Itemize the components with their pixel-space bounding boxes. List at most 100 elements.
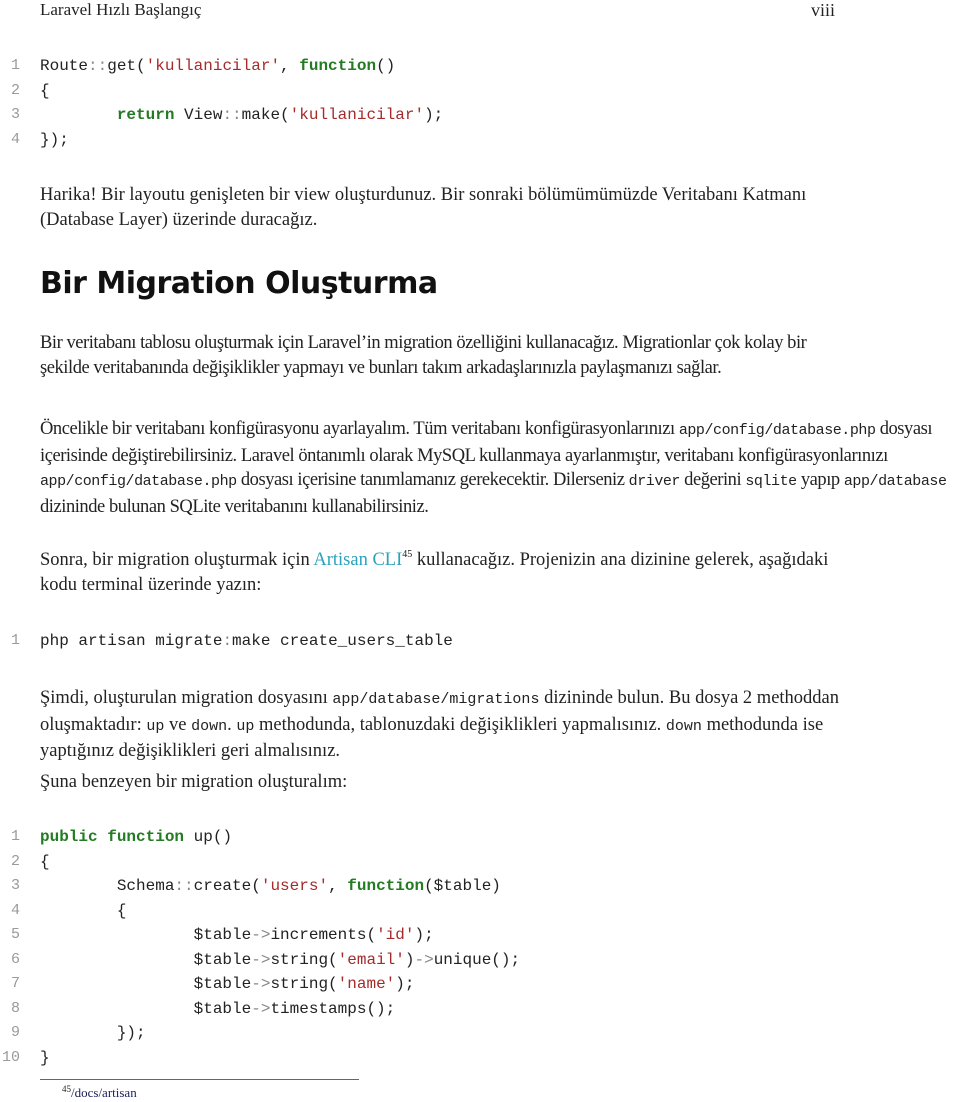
text-span: methodunda, tablonuzdaki değişiklikleri … [254, 714, 666, 735]
code-token: , [280, 57, 300, 75]
inline-code-migrations-dir: app/database/migrations [332, 691, 540, 708]
code-token: timestamps(); [270, 999, 396, 1018]
footnote-number: 45 [62, 1084, 71, 1094]
code-token: Route [40, 57, 89, 75]
code-token: ); [395, 975, 415, 993]
code-text: { [40, 850, 50, 875]
code-token: ); [424, 106, 444, 124]
code-string: 'users' [260, 877, 329, 895]
code-string: 'id' [376, 926, 415, 944]
code-token: } [40, 1048, 50, 1067]
paragraph-artisan: Sonra, bir migration oluşturmak için Art… [40, 548, 840, 597]
line-number: 10 [1, 1048, 20, 1066]
code-operator: :: [88, 57, 108, 75]
code-text: { [40, 79, 50, 104]
code-text: Schema::create('users', function($table) [40, 874, 501, 899]
code-token: { [40, 901, 127, 920]
code-keyword: function [299, 57, 377, 75]
text-span: Sonra, bir migration oluşturmak için [40, 550, 314, 570]
code-text: return View::make('kullanicilar'); [40, 103, 443, 128]
line-number: 2 [10, 852, 20, 870]
code-token: $table [40, 975, 252, 993]
paragraph-text: Harika! Bir layoutu genişleten bir view … [40, 185, 807, 230]
inline-code-driver: driver [628, 473, 681, 490]
code-token: , [328, 877, 348, 895]
line-number: 3 [10, 106, 20, 123]
code-token: unique(); [433, 950, 521, 969]
code-token: ($table) [424, 877, 501, 895]
code-keyword: return [116, 106, 175, 124]
code-token: Schema [40, 877, 175, 895]
line-number: 2 [10, 81, 20, 99]
inline-code-up: up [236, 717, 255, 735]
text-span: ve [164, 714, 192, 735]
code-operator: :: [174, 877, 194, 895]
code-token: up() [184, 828, 233, 846]
code-text: } [40, 1046, 50, 1071]
line-number: 4 [10, 901, 20, 919]
code-token: string( [270, 975, 338, 993]
line-number: 1 [10, 57, 20, 74]
code-operator: : [222, 632, 233, 650]
page-number: viii [811, 0, 836, 20]
code-token: { [40, 81, 50, 100]
code-operator: -> [251, 950, 271, 969]
code-text: $table->increments('id'); [40, 923, 434, 948]
code-token: }); [40, 1024, 146, 1042]
code-string: 'email' [337, 950, 405, 969]
paragraph-text: Şuna benzeyen bir migration oluşturalım: [40, 772, 348, 792]
code-token: }); [40, 130, 69, 149]
code-token: make( [241, 106, 290, 124]
footnote: 45/docs/artisan [62, 1084, 137, 1102]
code-token: $table [40, 950, 252, 969]
text-span: . [227, 714, 237, 735]
code-token: () [376, 57, 396, 75]
code-text: php artisan migrate:make create_users_ta… [40, 629, 453, 654]
inline-code-up: up [146, 717, 165, 735]
footnote-text[interactable]: /docs/artisan [71, 1085, 137, 1100]
code-token: php artisan migrate [40, 632, 223, 650]
line-number: 8 [10, 999, 20, 1017]
code-keyword: function [347, 877, 425, 895]
footnote-divider [40, 1079, 359, 1080]
section-heading: Bir Migration Oluşturma [40, 266, 438, 301]
code-token: string( [270, 950, 338, 969]
code-token: $table [40, 926, 252, 944]
code-text: Route::get('kullanicilar', function() [40, 54, 395, 79]
artisan-cli-link[interactable]: Artisan CLI [313, 550, 402, 570]
line-number: 5 [10, 926, 20, 943]
line-number: 1 [10, 632, 20, 649]
inline-code-config-path: app/config/database.php [40, 473, 237, 490]
code-operator: -> [251, 926, 271, 944]
text-span: dosyası içerisine tanımlamanız gerekecek… [236, 470, 629, 490]
line-number: 9 [10, 1024, 20, 1041]
code-text: { [40, 899, 127, 924]
text-span: yapıp [796, 470, 844, 490]
code-string: 'name' [337, 975, 396, 993]
code-keyword: public [40, 828, 98, 846]
inline-code-down: down [665, 717, 702, 735]
code-text: $table->string('name'); [40, 972, 415, 997]
text-span: Şimdi, oluşturulan migration dosyasını [40, 688, 333, 708]
footnote-ref[interactable]: 45 [402, 549, 412, 560]
running-header-title: Laravel Hızlı Başlangıç [40, 0, 202, 19]
line-number: 1 [10, 828, 20, 845]
inline-code-sqlite: sqlite [745, 473, 797, 490]
code-token: ); [414, 926, 434, 944]
paragraph-intro: Harika! Bir layoutu genişleten bir view … [40, 183, 840, 232]
code-token: get( [107, 57, 146, 75]
paragraph-create-migration: Şuna benzeyen bir migration oluşturalım: [40, 770, 840, 795]
paragraph-migration-intro: Bir veritabanı tablosu oluşturmak için L… [40, 331, 840, 380]
paragraph-db-config: Öncelikle bir veritabanı konfigürasyonu … [40, 417, 960, 519]
code-text: public function up() [40, 825, 232, 850]
code-text: $table->string('email')->unique(); [40, 948, 520, 973]
line-number: 6 [10, 950, 20, 968]
code-operator: -> [251, 975, 271, 993]
code-operator: -> [251, 999, 271, 1018]
line-number: 7 [10, 975, 20, 992]
inline-code-database-dir: app/database [843, 473, 947, 490]
inline-code-config-path: app/config/database.php [678, 422, 876, 439]
paragraph-text: Bir veritabanı tablosu oluşturmak için L… [40, 333, 807, 378]
